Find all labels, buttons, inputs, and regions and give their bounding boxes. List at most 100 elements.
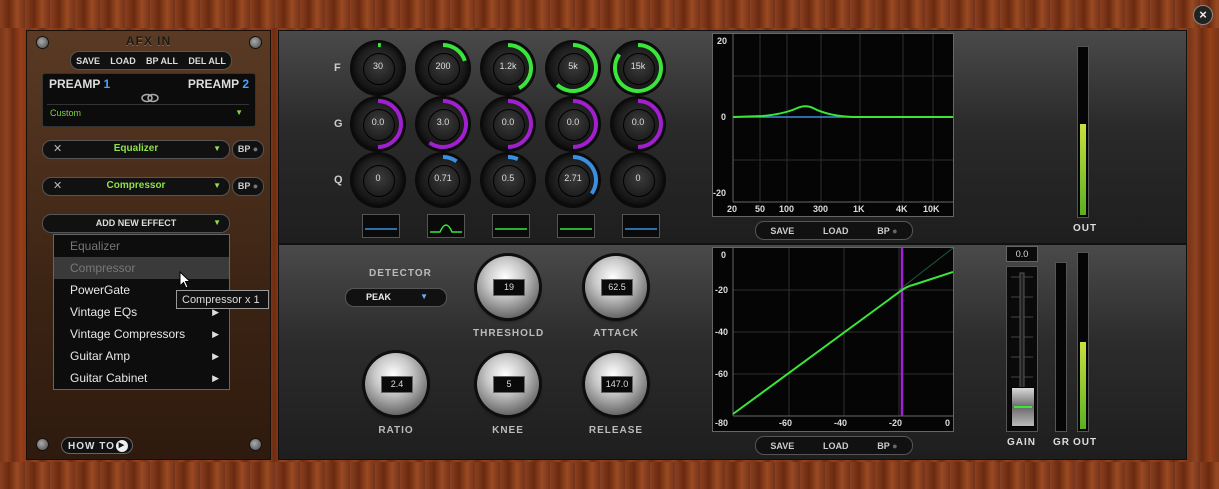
y-tick-label: -40	[715, 327, 729, 337]
knob-value: 0.0	[371, 117, 385, 127]
effect-slot-compressor[interactable]: ✕ Compressor ▼	[42, 177, 230, 196]
eq-band-5-q-knob[interactable]: 0	[612, 154, 664, 206]
del-all-button[interactable]: DEL ALL	[188, 56, 226, 66]
filter-type-bell[interactable]	[557, 214, 595, 238]
filter-type-highshelf[interactable]	[622, 214, 660, 238]
knee-knob[interactable]: 5	[477, 353, 539, 415]
eq-band-1-frequency-knob[interactable]: 30	[352, 42, 404, 94]
bypass-button[interactable]: BP ●	[232, 177, 264, 196]
comp-load-button[interactable]: LOAD	[823, 441, 849, 451]
eq-band-4-frequency-knob[interactable]: 5k	[547, 42, 599, 94]
bp-all-button[interactable]: BP ALL	[146, 56, 178, 66]
gr-label: GR	[1053, 437, 1070, 448]
release-knob[interactable]: 147.0	[585, 353, 647, 415]
add-effect-label: ADD NEW EFFECT	[95, 218, 177, 228]
compressor-transfer-graph[interactable]: 0 -20 -40 -60 -80 -60 -40 -20 0	[712, 247, 954, 432]
attack-knob[interactable]: 62.5	[585, 256, 647, 318]
knob-value: 0.0	[501, 117, 515, 127]
eq-curve	[732, 34, 953, 203]
x-tick-label: -20	[889, 418, 903, 428]
knob-value: 0.71	[434, 173, 452, 183]
comp-preset-toolbar: SAVE LOAD BP ●	[755, 436, 913, 455]
eq-load-button[interactable]: LOAD	[823, 226, 849, 236]
handle-indicator	[1014, 406, 1032, 408]
chevron-right-icon: ▶	[212, 373, 219, 383]
x-tick-label: 10K	[923, 204, 940, 214]
ratio-knob[interactable]: 2.4	[365, 353, 427, 415]
tooltip: Compressor x 1	[176, 290, 269, 309]
knob-value: 0	[375, 173, 381, 183]
x-tick-label: 1K	[853, 204, 865, 214]
chevron-down-icon: ▼	[235, 108, 243, 117]
eq-band-3-gain-knob[interactable]: 0.0	[482, 98, 534, 150]
gain-reduction-meter	[1055, 262, 1067, 432]
knob-value: 0.0	[631, 117, 645, 127]
eq-preset-toolbar: SAVE LOAD BP ●	[755, 221, 913, 240]
load-all-button[interactable]: LOAD	[110, 56, 136, 66]
filter-type-lowshelf[interactable]	[362, 214, 400, 238]
menu-item-equalizer: Equalizer	[70, 239, 121, 253]
eq-band-3-q-knob[interactable]: 0.5	[482, 154, 534, 206]
filter-type-bell[interactable]	[427, 214, 465, 238]
eq-bypass-button[interactable]: BP ●	[877, 226, 897, 236]
screw-icon	[249, 438, 262, 451]
how-to-button[interactable]: HOW TO ▶	[61, 437, 133, 454]
link-icon[interactable]	[141, 92, 159, 103]
comp-bypass-button[interactable]: BP ●	[877, 441, 897, 451]
ratio-label: RATIO	[378, 425, 414, 436]
eq-band-1-gain-knob[interactable]: 0.0	[352, 98, 404, 150]
x-tick-label: -60	[779, 418, 793, 428]
meter-level	[1080, 342, 1086, 429]
eq-save-button[interactable]: SAVE	[770, 226, 794, 236]
detector-value: PEAK	[366, 292, 392, 302]
x-tick-label: 300	[813, 204, 829, 214]
comp-output-meter	[1077, 252, 1089, 432]
eq-band-3-frequency-knob[interactable]: 1.2k	[482, 42, 534, 94]
threshold-knob[interactable]: 19	[477, 256, 539, 318]
chevron-right-icon: ▶	[212, 351, 219, 361]
add-new-effect-dropdown[interactable]: ADD NEW EFFECT ▼	[42, 214, 230, 233]
eq-band-4-gain-knob[interactable]: 0.0	[547, 98, 599, 150]
knee-label: KNEE	[492, 425, 524, 436]
effect-slot-label: Equalizer	[113, 143, 159, 154]
effect-slot-equalizer[interactable]: ✕ Equalizer ▼	[42, 140, 230, 159]
x-tick-label: 100	[779, 204, 795, 214]
menu-item-compressor: Compressor	[54, 257, 229, 279]
eq-band-2-gain-knob[interactable]: 3.0	[417, 98, 469, 150]
detector-select[interactable]: PEAK ▼	[345, 288, 447, 307]
eq-band-2-q-knob[interactable]: 0.71	[417, 154, 469, 206]
effect-slot-label: Compressor	[106, 180, 166, 191]
preamp-preset-select[interactable]: Custom ▼	[47, 104, 249, 120]
eq-band-5-frequency-knob[interactable]: 15k	[612, 42, 664, 94]
eq-band-5-gain-knob[interactable]: 0.0	[612, 98, 664, 150]
wood-frame-bottom	[0, 462, 1219, 489]
y-tick-label: -60	[715, 369, 729, 379]
knob-value: 15k	[630, 61, 646, 71]
threshold-value: 19	[493, 279, 525, 296]
knob-value: 0.5	[501, 173, 515, 183]
close-button[interactable]: ×	[1193, 5, 1213, 25]
menu-item-guitar-cabinet[interactable]: Guitar Cabinet ▶	[54, 367, 229, 389]
menu-item-guitar-amp[interactable]: Guitar Amp ▶	[54, 345, 229, 367]
eq-band-4-q-knob[interactable]: 2.71	[547, 154, 599, 206]
panel-title: AFX IN	[125, 34, 172, 48]
knob-value: 3.0	[436, 117, 450, 127]
gain-slider[interactable]	[1006, 266, 1038, 432]
bypass-button[interactable]: BP ●	[232, 140, 264, 159]
preamp-2-label[interactable]: PREAMP 2	[188, 77, 249, 91]
gain-slider-handle[interactable]	[1011, 387, 1035, 427]
menu-item-vintage-compressors[interactable]: Vintage Compressors ▶	[54, 323, 229, 345]
chevron-down-icon: ▼	[213, 218, 221, 227]
knob-value: 30	[372, 61, 383, 71]
effect-menu: Equalizer Compressor PowerGate Vintage E…	[53, 234, 230, 390]
eq-band-1-q-knob[interactable]: 0	[352, 154, 404, 206]
filter-type-bell[interactable]	[492, 214, 530, 238]
preamp-1-label[interactable]: PREAMP 1	[49, 77, 110, 91]
play-icon: ▶	[116, 440, 128, 452]
comp-save-button[interactable]: SAVE	[770, 441, 794, 451]
chevron-down-icon: ▼	[420, 292, 428, 301]
save-all-button[interactable]: SAVE	[76, 56, 100, 66]
eq-response-graph[interactable]: 20 0 -20 20 50 100 300 1K 4K 10K	[712, 33, 954, 217]
eq-band-2-frequency-knob[interactable]: 200	[417, 42, 469, 94]
row-label-frequency: F	[334, 62, 341, 74]
